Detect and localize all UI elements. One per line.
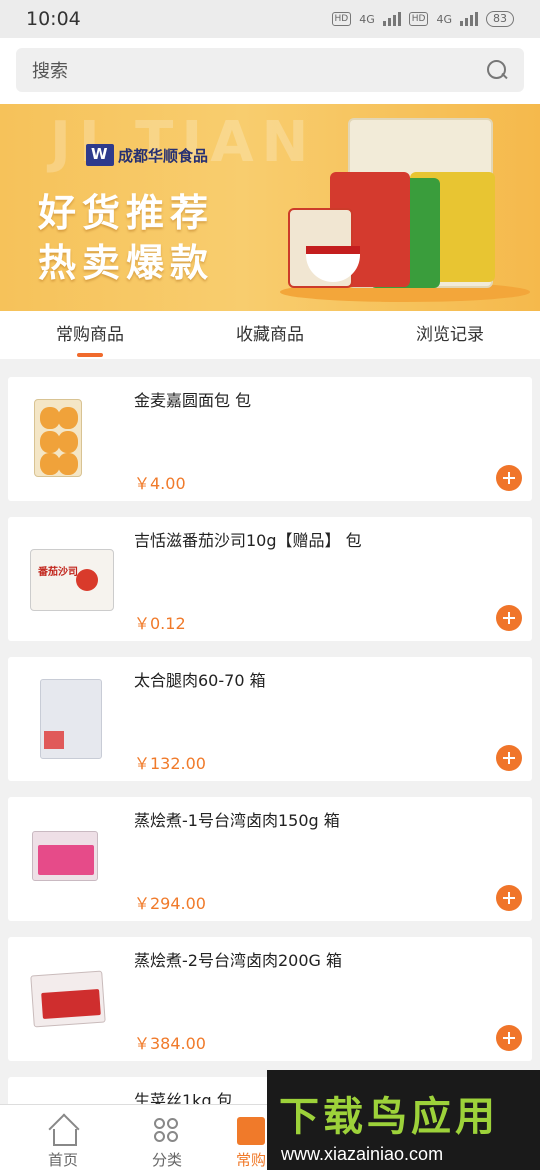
pouch-label: 番茄沙司: [38, 567, 78, 578]
add-to-cart-button[interactable]: [496, 885, 522, 911]
bun: [58, 407, 78, 429]
meat-content: [41, 989, 101, 1019]
tab-history[interactable]: 浏览记录: [360, 311, 540, 359]
site-watermark: 下载鸟应用 www.xiazainiao.com: [267, 1070, 540, 1170]
home-icon: [49, 1117, 77, 1146]
category-icon: [153, 1117, 181, 1145]
product-thumbnail: 番茄沙司: [30, 537, 114, 621]
bun: [40, 431, 60, 453]
order-icon: [237, 1117, 265, 1145]
status-time: 10:04: [26, 8, 81, 30]
product-price: ￥384.00: [134, 1034, 206, 1053]
ham-label: [44, 731, 64, 749]
status-bar: 10:04 HD 4G HD 4G 83: [0, 0, 540, 38]
ketchup-pouch: [30, 549, 114, 611]
search-input[interactable]: 搜索: [16, 48, 524, 92]
product-price: ￥132.00: [134, 754, 206, 773]
product-card[interactable]: 番茄沙司 吉恬滋番茄沙司10g【赠品】 包 ￥0.12: [8, 517, 532, 641]
add-to-cart-button[interactable]: [496, 465, 522, 491]
network-label: 4G: [359, 12, 375, 26]
product-card[interactable]: 蒸烩煮-1号台湾卤肉150g 箱 ￥294.00: [8, 797, 532, 921]
nav-label: 首页: [47, 1151, 78, 1169]
banner-subheadline: 热卖爆款: [38, 241, 215, 285]
product-price: ￥294.00: [134, 894, 206, 913]
hd-badge: HD: [331, 12, 352, 26]
brand: 成都华顺食品: [86, 144, 208, 166]
bun: [40, 407, 60, 429]
meat-content: [38, 845, 94, 875]
product-title: 蒸烩煮-2号台湾卤肉200G 箱: [134, 951, 342, 970]
signal-icon: [382, 12, 401, 26]
promo-banner[interactable]: JI TIAN 成都华顺食品 好货推荐 热卖爆款: [0, 104, 540, 311]
bun: [58, 431, 78, 453]
signal-icon-2: [460, 12, 478, 26]
tomato-icon: [76, 569, 98, 591]
hd-badge-2: HD: [408, 12, 429, 26]
product-thumbnail: [30, 397, 114, 481]
product-title: 吉恬滋番茄沙司10g【赠品】 包: [134, 531, 362, 550]
add-to-cart-button[interactable]: [496, 605, 522, 631]
nav-home[interactable]: 首页: [18, 1105, 108, 1170]
bun: [58, 453, 78, 475]
network-label-2: 4G: [436, 12, 452, 26]
product-price: ￥0.12: [134, 614, 186, 633]
brand-logo-icon: [86, 144, 114, 166]
watermark-url: www.xiazainiao.com: [281, 1144, 444, 1164]
banner-headline: 好货推荐: [38, 191, 215, 235]
product-thumbnail: [30, 957, 114, 1041]
tab-bar: 常购商品 收藏商品 浏览记录: [0, 311, 540, 359]
watermark-title: 下载鸟应用: [279, 1094, 499, 1140]
header: 搜索: [0, 38, 540, 104]
product-thumbnail: [30, 817, 114, 901]
bun: [40, 453, 60, 475]
banner-product-image: [280, 112, 530, 311]
brand-name: 成都华顺食品: [118, 146, 209, 165]
product-title: 金麦嘉圆面包 包: [134, 391, 252, 410]
product-card[interactable]: 金麦嘉圆面包 包 ￥4.00: [8, 377, 532, 501]
status-icons: HD 4G HD 4G 83: [331, 11, 514, 27]
tab-favorites[interactable]: 收藏商品: [180, 311, 360, 359]
tab-frequent[interactable]: 常购商品: [0, 311, 180, 359]
add-to-cart-button[interactable]: [496, 1025, 522, 1051]
product-price: ￥4.00: [134, 474, 186, 493]
battery-icon: 83: [486, 11, 514, 27]
add-to-cart-button[interactable]: [496, 745, 522, 771]
product-card[interactable]: 蒸烩煮-2号台湾卤肉200G 箱 ￥384.00: [8, 937, 532, 1061]
search-placeholder: 搜索: [32, 61, 68, 82]
search-icon[interactable]: [486, 59, 508, 81]
product-title: 蒸烩煮-1号台湾卤肉150g 箱: [134, 811, 340, 830]
product-card[interactable]: 太合腿肉60-70 箱 ￥132.00: [8, 657, 532, 781]
nav-category[interactable]: 分类: [122, 1105, 212, 1170]
nav-label: 分类: [151, 1151, 182, 1169]
product-title: 太合腿肉60-70 箱: [134, 671, 266, 690]
product-thumbnail: [30, 677, 114, 761]
